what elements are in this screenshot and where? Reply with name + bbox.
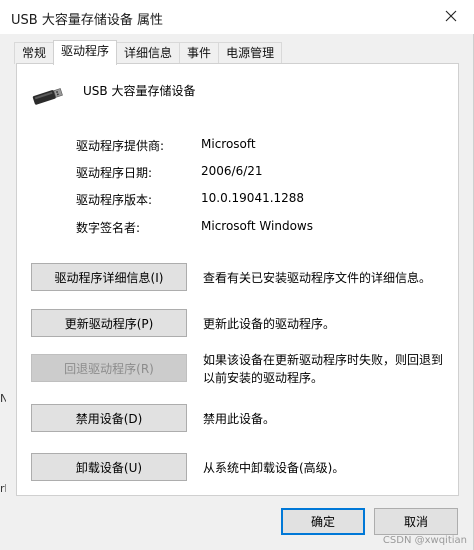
device-name: USB 大容量存储设备 (83, 84, 196, 98)
tab-power-management[interactable]: 电源管理 (218, 42, 283, 64)
info-value: 2006/6/21 (201, 164, 263, 178)
info-row-date: 驱动程序日期: 2006/6/21 (76, 164, 456, 182)
tab-general[interactable]: 常规 (14, 42, 55, 64)
info-row-signer: 数字签名者: Microsoft Windows (76, 219, 456, 237)
roll-back-driver-button: 回退驱动程序(R) (31, 354, 187, 382)
info-value: Microsoft (201, 137, 256, 151)
info-value: 10.0.19041.1288 (201, 191, 305, 205)
update-driver-button[interactable]: 更新驱动程序(P) (31, 309, 187, 337)
info-label: 驱动程序日期: (76, 166, 153, 180)
roll-back-driver-description: 如果该设备在更新驱动程序时失败，则回退到以前安装的驱动程序。 (203, 353, 444, 385)
info-label: 数字签名者: (76, 221, 141, 235)
tab-events[interactable]: 事件 (179, 42, 220, 64)
close-icon (445, 10, 457, 22)
info-label: 驱动程序提供商: (76, 139, 165, 153)
disable-device-button[interactable]: 禁用设备(D) (31, 404, 187, 432)
usb-drive-icon (32, 88, 63, 105)
driver-details-button[interactable]: 驱动程序详细信息(I) (31, 263, 187, 291)
title-bar: USB 大容量存储设备 属性 (0, 0, 474, 34)
ok-button[interactable]: 确定 (281, 508, 365, 535)
background-window-text: N (0, 392, 6, 405)
driver-details-description: 查看有关已安装驱动程序文件的详细信息。 (203, 271, 432, 285)
tab-driver[interactable]: 驱动程序 (53, 40, 118, 65)
driver-tab-panel: USB 大容量存储设备 驱动程序提供商: Microsoft 驱动程序日期: 2… (16, 63, 459, 496)
cancel-button[interactable]: 取消 (374, 508, 458, 535)
tab-details[interactable]: 详细信息 (116, 42, 181, 64)
background-window-text: rk (0, 482, 6, 495)
disable-device-description: 禁用此设备。 (203, 412, 276, 426)
watermark: CSDN @xwqitian (382, 535, 467, 546)
info-value: Microsoft Windows (201, 219, 313, 233)
info-row-version: 驱动程序版本: 10.0.19041.1288 (76, 191, 456, 209)
update-driver-description: 更新此设备的驱动程序。 (203, 317, 336, 331)
tab-strip: 常规 驱动程序 详细信息 事件 电源管理 (14, 40, 283, 65)
window-title: USB 大容量存储设备 属性 (11, 13, 163, 28)
uninstall-device-button[interactable]: 卸载设备(U) (31, 453, 187, 481)
uninstall-device-description: 从系统中卸载设备(高级)。 (203, 461, 345, 475)
close-button[interactable] (428, 0, 474, 32)
info-row-provider: 驱动程序提供商: Microsoft (76, 137, 456, 155)
properties-dialog: USB 大容量存储设备 属性 常规 驱动程序 详细信息 事件 电源管理 USB … (0, 0, 474, 550)
info-label: 驱动程序版本: (76, 193, 153, 207)
